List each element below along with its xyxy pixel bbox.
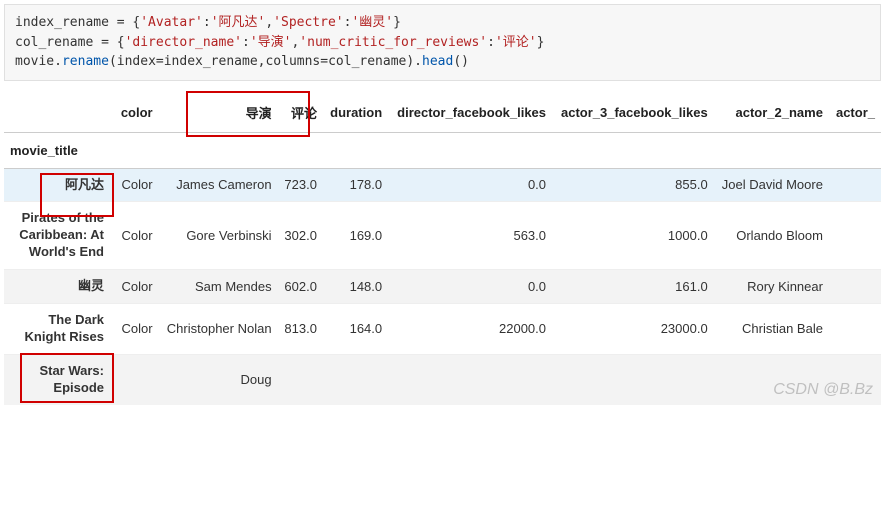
cell: 22000.0 [388,303,552,354]
cell: 0.0 [388,270,552,304]
cell: James Cameron [159,168,278,202]
output-table-wrap: color 导演 评论 duration director_facebook_l… [0,85,885,405]
cell: 563.0 [388,202,552,270]
cell: 813.0 [278,303,323,354]
table-row: 阿凡达 Color James Cameron 723.0 178.0 0.0 … [4,168,881,202]
cell [323,354,388,404]
col-director: 导演 [159,93,278,133]
cell: 723.0 [278,168,323,202]
cell: 602.0 [278,270,323,304]
col-color: color [114,93,159,133]
cell: Color [114,303,159,354]
col-actor-cut: actor_ [829,93,881,133]
row-index: 阿凡达 [4,168,114,202]
cell: Doug [159,354,278,404]
cell: 164.0 [323,303,388,354]
cell: 0.0 [388,168,552,202]
cell [278,354,323,404]
table-row: The Dark Knight Rises Color Christopher … [4,303,881,354]
cell: Sam Mendes [159,270,278,304]
cell: Christopher Nolan [159,303,278,354]
cell [388,354,552,404]
cell: Joel David Moore [714,168,829,202]
row-index: Pirates of the Caribbean: At World's End [4,202,114,270]
cell [829,202,881,270]
table-row: Pirates of the Caribbean: At World's End… [4,202,881,270]
col-director-fb: director_facebook_likes [388,93,552,133]
table-row: Star Wars: Episode Doug [4,354,881,404]
dataframe-table: color 导演 评论 duration director_facebook_l… [4,93,881,405]
cell [552,354,714,404]
index-name: movie_title [4,132,114,168]
row-index: The Dark Knight Rises [4,303,114,354]
table-row: 幽灵 Color Sam Mendes 602.0 148.0 0.0 161.… [4,270,881,304]
header-row: color 导演 评论 duration director_facebook_l… [4,93,881,133]
cell: Color [114,270,159,304]
cell: 178.0 [323,168,388,202]
col-actor2-name: actor_2_name [714,93,829,133]
cell [829,303,881,354]
row-index: Star Wars: Episode [4,354,114,404]
cell: Rory Kinnear [714,270,829,304]
cell: 161.0 [552,270,714,304]
cell [829,168,881,202]
cell: Orlando Bloom [714,202,829,270]
cell: 169.0 [323,202,388,270]
cell: Color [114,202,159,270]
cell: 148.0 [323,270,388,304]
cell: Color [114,168,159,202]
code-cell: index_rename = {'Avatar':'阿凡达','Spectre'… [4,4,881,81]
row-index: 幽灵 [4,270,114,304]
watermark: CSDN @B.Bz [773,381,873,399]
code-line-3: movie.rename(index=index_rename,columns=… [15,54,469,69]
cell: 1000.0 [552,202,714,270]
index-name-row: movie_title [4,132,881,168]
cell: 302.0 [278,202,323,270]
col-actor3-fb: actor_3_facebook_likes [552,93,714,133]
col-reviews: 评论 [278,93,323,133]
cell: Gore Verbinski [159,202,278,270]
code-line-1: index_rename = {'Avatar':'阿凡达','Spectre'… [15,15,401,30]
col-duration: duration [323,93,388,133]
cell: Christian Bale [714,303,829,354]
cell [114,354,159,404]
cell: 855.0 [552,168,714,202]
code-line-2: col_rename = {'director_name':'导演','num_… [15,35,544,50]
cell [829,270,881,304]
cell: 23000.0 [552,303,714,354]
